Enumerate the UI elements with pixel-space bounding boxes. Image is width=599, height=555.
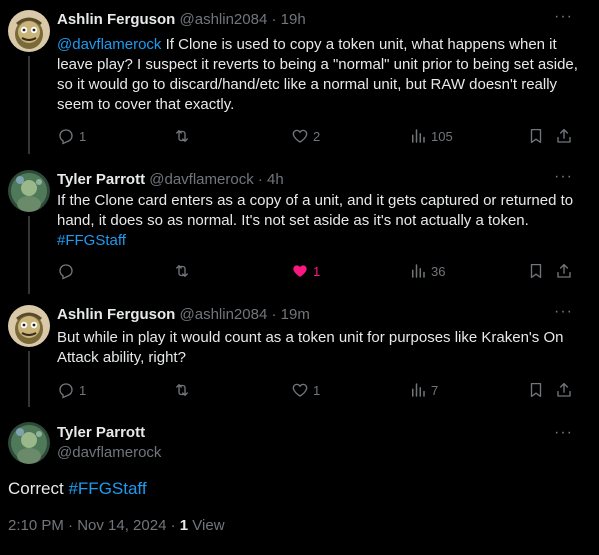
avatar[interactable] [8, 170, 50, 212]
thread-line [28, 56, 30, 154]
more-icon[interactable]: ··· [554, 424, 573, 442]
timestamp[interactable]: 19h [281, 11, 306, 28]
user-handle[interactable]: @ashlin2084 [180, 11, 268, 28]
reply-button[interactable] [57, 262, 79, 280]
display-name[interactable]: Tyler Parrott [57, 424, 145, 441]
tweet-timestamp[interactable]: 2:10 PM · Nov 14, 2024 [8, 517, 166, 534]
views-icon [412, 383, 425, 397]
hashtag-link[interactable]: #FFGStaff [57, 232, 126, 249]
avatar-image [8, 170, 50, 212]
bookmark-icon [530, 128, 542, 144]
views-count: 105 [431, 128, 453, 144]
tweet-header: Ashlin Ferguson @ashlin2084 · 19m [57, 306, 310, 323]
display-name[interactable]: Tyler Parrott [57, 171, 145, 188]
reply-icon [59, 129, 73, 145]
user-handle[interactable]: @davflamerock [57, 444, 161, 461]
share-button[interactable] [555, 262, 573, 280]
avatar[interactable] [8, 305, 50, 347]
reply-button[interactable]: 1 [57, 127, 86, 145]
retweet-button[interactable] [173, 262, 195, 280]
thread-line [28, 351, 30, 407]
reply-tweet-1[interactable]: Ashlin Ferguson @ashlin2084 · 19h ··· @d… [0, 0, 599, 156]
like-count: 1 [313, 263, 321, 279]
action-bar: 1 36 [57, 262, 575, 282]
tweet-body: If the Clone card enters as a copy of a … [57, 192, 574, 229]
action-bar: 1 1 7 [57, 381, 575, 401]
display-name[interactable]: Ashlin Ferguson [57, 11, 175, 28]
separator-dot: · [257, 171, 263, 188]
hashtag-link[interactable]: #FFGStaff [68, 479, 146, 498]
tweet-meta: 2:10 PM · Nov 14, 2024 · 1 View [8, 517, 225, 534]
bookmark-button[interactable] [527, 262, 545, 280]
meta-separator: · [166, 517, 180, 534]
thread-line [28, 216, 30, 294]
user-handle[interactable]: @davflamerock [149, 171, 253, 188]
display-name[interactable]: Ashlin Ferguson [57, 306, 175, 323]
like-count: 2 [313, 128, 321, 144]
retweet-icon [176, 130, 188, 142]
views-label: View [188, 517, 225, 534]
tweet-header: Tyler Parrott @davflamerock · 4h [57, 171, 284, 188]
share-icon [557, 128, 571, 143]
avatar-image [8, 422, 50, 464]
avatar[interactable] [8, 10, 50, 52]
reply-tweet-3[interactable]: Ashlin Ferguson @ashlin2084 · 19m ··· Bu… [0, 295, 599, 407]
like-button[interactable]: 1 [291, 381, 320, 399]
tweet-text: Correct #FFGStaff [8, 479, 147, 499]
heart-icon [292, 129, 308, 143]
tweet-text: But while in play it would count as a to… [57, 328, 582, 368]
timestamp[interactable]: 19m [281, 306, 310, 323]
share-button[interactable] [555, 381, 573, 399]
reply-tweet-2[interactable]: Tyler Parrott @davflamerock · 4h ··· If … [0, 160, 599, 294]
like-count: 1 [313, 382, 321, 398]
bookmark-icon [530, 382, 542, 398]
bookmark-button[interactable] [527, 381, 545, 399]
avatar[interactable] [8, 422, 50, 464]
share-icon [557, 263, 571, 278]
more-icon[interactable]: ··· [554, 8, 573, 26]
timestamp[interactable]: 4h [267, 171, 284, 188]
reply-icon [59, 383, 73, 399]
views-button[interactable]: 105 [409, 127, 453, 145]
reply-count: 1 [79, 128, 87, 144]
heart-icon [293, 265, 307, 277]
bookmark-icon [530, 263, 542, 279]
separator-dot: · [271, 306, 277, 323]
heart-icon [292, 383, 308, 397]
more-icon[interactable]: ··· [554, 303, 573, 321]
separator-dot: · [271, 11, 277, 28]
tweet-body: Correct [8, 479, 69, 498]
views-count: 36 [431, 263, 446, 279]
tweet-body: But while in play it would count as a to… [57, 329, 564, 366]
like-button[interactable]: 2 [291, 127, 320, 145]
share-icon [557, 382, 571, 397]
tweet-text: @davflamerock If Clone is used to copy a… [57, 35, 582, 115]
retweet-button[interactable] [173, 381, 195, 399]
share-button[interactable] [555, 127, 573, 145]
reply-button[interactable]: 1 [57, 381, 86, 399]
bookmark-button[interactable] [527, 127, 545, 145]
views-count: 1 [179, 517, 189, 534]
avatar-image [8, 305, 50, 347]
views-icon [412, 264, 425, 278]
like-button[interactable]: 1 [291, 262, 320, 280]
avatar-image [8, 10, 50, 52]
mention-link[interactable]: @davflamerock [57, 36, 161, 53]
views-count: 7 [431, 382, 439, 398]
retweet-icon [176, 265, 188, 277]
more-icon[interactable]: ··· [554, 168, 573, 186]
tweet-header: Ashlin Ferguson @ashlin2084 · 19h [57, 11, 306, 28]
retweet-icon [176, 384, 188, 396]
reply-count: 1 [79, 382, 87, 398]
views-button[interactable]: 36 [409, 262, 445, 280]
views-button[interactable]: 7 [409, 381, 438, 399]
tweet-text: If the Clone card enters as a copy of a … [57, 191, 582, 251]
reply-icon [59, 264, 73, 280]
views-icon [412, 129, 425, 143]
user-handle[interactable]: @ashlin2084 [180, 306, 268, 323]
retweet-button[interactable] [173, 127, 195, 145]
action-bar: 1 2 105 [57, 127, 575, 147]
